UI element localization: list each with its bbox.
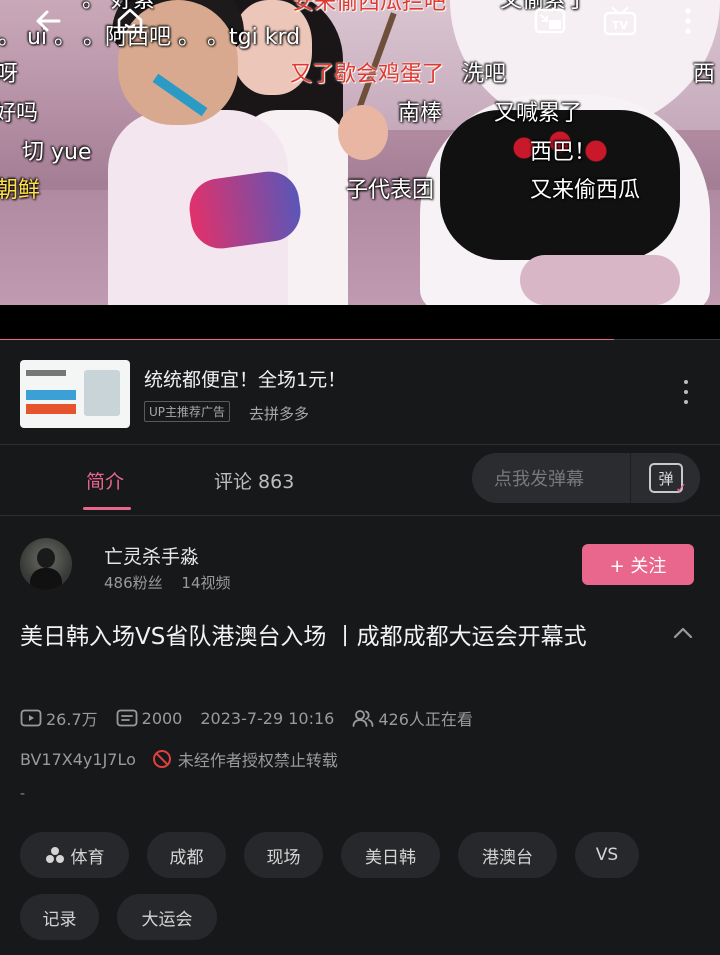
video-count: 14视频	[181, 574, 231, 592]
svg-text:TV: TV	[612, 19, 629, 32]
home-icon[interactable]	[112, 4, 148, 38]
tag-label: 港澳台	[482, 847, 533, 868]
ad-title[interactable]: 统统都便宜！全场1元！	[144, 365, 346, 392]
viewers-icon	[352, 710, 374, 727]
follow-button[interactable]: + 关注	[582, 544, 694, 585]
fans-count: 486粉丝	[104, 574, 163, 592]
more-options-icon[interactable]	[670, 4, 706, 38]
video-frame[interactable]: 。 好累 安来偷西瓜拦吧 又偷累了 。 ui 。 。阿西吧 。 。tgi krd…	[0, 0, 720, 305]
tag-label: VS	[595, 845, 619, 865]
avatar[interactable]	[20, 538, 72, 590]
view-count: 26.7万	[46, 710, 98, 729]
bvid-row: BV17X4y1J7Lo 未经作者授权禁止转载	[20, 747, 338, 771]
tag-chip[interactable]: 现场	[244, 832, 323, 878]
tag-label: 体育	[70, 847, 105, 868]
back-arrow-icon[interactable]	[30, 4, 66, 38]
tab-bar: 简介 评论 863 弹 ✓	[0, 445, 720, 516]
watching-count: 426人正在看	[378, 710, 473, 729]
ad-tag-badge: UP主推荐广告	[144, 401, 231, 422]
danmaku-count-icon	[116, 709, 138, 727]
danmaku-comment: 南棒	[398, 101, 443, 126]
danmaku-input-box[interactable]: 弹 ✓	[472, 453, 700, 503]
danmaku-comment: 又了歇会鸡蛋了	[290, 62, 445, 87]
danmaku-input[interactable]	[492, 465, 626, 493]
video-description: -	[20, 786, 26, 802]
tab-active-indicator	[83, 507, 131, 510]
mascot-foot	[520, 255, 680, 305]
tag-chip[interactable]: 记录	[20, 894, 99, 940]
video-meta: 26.7万 2000 2023-7-29 10:16 426人正在看	[20, 707, 491, 729]
tag-label: 现场	[266, 847, 301, 868]
ad-subtitle[interactable]: 去拼多多	[249, 403, 309, 424]
danmaku-comment: 洗吧	[462, 62, 507, 87]
ad-more-icon[interactable]	[676, 380, 696, 404]
tab-comments[interactable]: 评论 863	[214, 467, 294, 494]
tag-chip[interactable]: VS	[575, 832, 639, 878]
danmaku-comment: 好吗	[0, 101, 39, 126]
video-player[interactable]: 。 好累 安来偷西瓜拦吧 又偷累了 。 ui 。 。阿西吧 。 。tgi krd…	[0, 0, 720, 340]
forbidden-icon	[152, 750, 171, 768]
danmaku-comment: 西	[693, 62, 716, 87]
progress-fill	[0, 339, 615, 340]
tag-chip[interactable]: 成都	[147, 832, 226, 878]
danmaku-comment: 安来偷西瓜拦吧	[292, 0, 447, 15]
danmaku-comment: 呀	[0, 62, 19, 87]
tag-chip[interactable]: 大运会	[117, 894, 217, 940]
danmaku-icon: 弹 ✓	[649, 463, 687, 497]
tag-label: 大运会	[141, 909, 193, 930]
tag-chip[interactable]: 美日韩	[341, 832, 440, 878]
danmaku-comment: 朝鲜	[0, 178, 41, 203]
danmaku-comment: 西巴！	[530, 140, 597, 165]
danmaku-toggle-button[interactable]: 弹 ✓	[630, 453, 701, 503]
tag-chip[interactable]: 港澳台	[458, 832, 557, 878]
tag-label: 记录	[42, 909, 77, 930]
tag-label: 成都	[169, 847, 204, 868]
progress-bar[interactable]	[0, 339, 720, 340]
danmaku-comment: 切 yue	[22, 140, 92, 165]
danmaku-comment: 又喊累了	[494, 101, 583, 126]
danmaku-comment: 子代表团	[346, 178, 435, 203]
uploader-stats: 486粉丝 14视频	[104, 572, 245, 593]
hand	[338, 105, 388, 160]
ad-card[interactable]: 统统都便宜！全场1元！ UP主推荐广告 去拼多多	[0, 344, 720, 445]
bvid[interactable]: BV17X4y1J7Lo	[20, 750, 136, 769]
play-count-icon	[20, 709, 42, 727]
danmaku-comment: 又来偷西瓜	[530, 178, 641, 203]
tag-label: 美日韩	[365, 847, 416, 868]
tag-chip[interactable]: 体育	[20, 832, 129, 878]
picture-in-picture-icon[interactable]	[532, 4, 568, 38]
check-icon: ✓	[675, 481, 687, 497]
tab-intro[interactable]: 简介	[86, 467, 124, 494]
chevron-up-icon[interactable]	[672, 622, 694, 644]
video-title: 美日韩入场VS省队港澳台入场 丨成都成都大运会开幕式	[20, 624, 587, 650]
danmaku-count: 2000	[141, 708, 183, 728]
danmaku-icon-label: 弹	[658, 469, 674, 488]
ad-thumbnail[interactable]	[20, 360, 130, 428]
category-icon	[45, 846, 65, 864]
cast-tv-icon[interactable]: TV	[602, 4, 638, 38]
copyright-notice: 未经作者授权禁止转载	[177, 751, 338, 770]
publish-date: 2023-7-29 10:16	[200, 708, 335, 728]
uploader-name[interactable]: 亡灵杀手淼	[104, 542, 199, 569]
